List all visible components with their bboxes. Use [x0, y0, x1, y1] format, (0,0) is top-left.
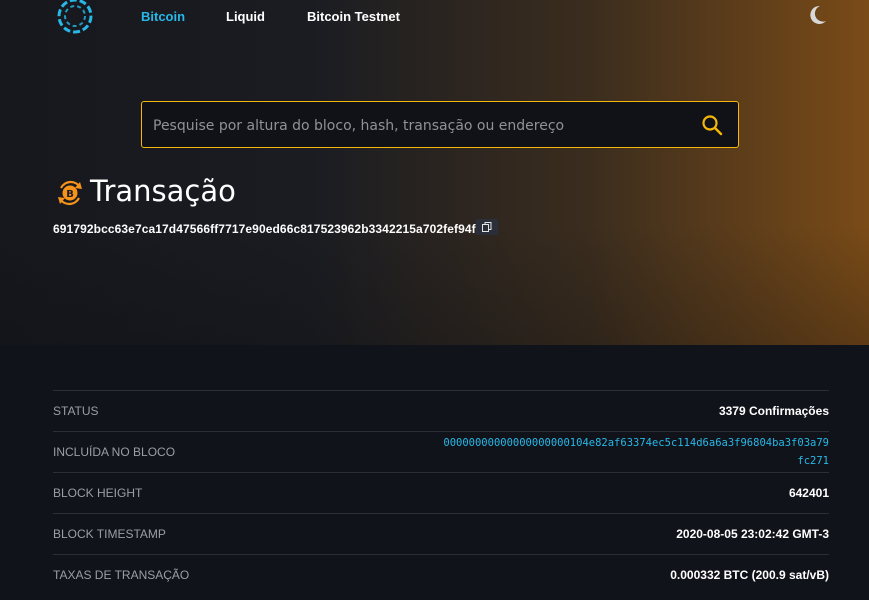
detail-row-fees: Taxas de transação 0.000332 BTC (200.9 s…: [53, 554, 829, 595]
blockstream-logo-icon[interactable]: [55, 0, 95, 36]
detail-row-block-timestamp: Block timestamp 2020-08-05 23:02:42 GMT-…: [53, 513, 829, 554]
detail-value: 2020-08-05 23:02:42 GMT-3: [676, 527, 829, 541]
detail-row-status: Status 3379 Confirmações: [53, 390, 829, 431]
detail-row-block: Incluída no bloco 0000000000000000000010…: [53, 431, 829, 472]
bitcoin-transaction-icon: B: [58, 180, 82, 206]
detail-label: Taxas de transação: [53, 568, 190, 582]
nav-liquid[interactable]: Liquid: [226, 9, 265, 24]
detail-value: 3379 Confirmações: [718, 404, 829, 418]
detail-label: Status: [53, 404, 99, 418]
detail-value: 0.000332 BTC (200.9 sat/vB): [670, 568, 829, 582]
search-bar: [141, 101, 739, 149]
hero-header: Bitcoin Liquid Bitcoin Testnet B Transaç…: [0, 0, 869, 345]
detail-label: Incluída no bloco: [53, 445, 176, 459]
svg-text:B: B: [66, 189, 74, 200]
detail-label: Block timestamp: [53, 527, 166, 541]
block-hash-link[interactable]: 00000000000000000000104e82af63374ec5c114…: [439, 434, 829, 470]
nav-bitcoin[interactable]: Bitcoin: [141, 9, 185, 24]
detail-value: 642401: [788, 486, 829, 500]
moon-icon[interactable]: [806, 4, 828, 26]
detail-row-block-height: Block height 642401: [53, 472, 829, 513]
search-icon[interactable]: [700, 113, 724, 137]
transaction-details: Status 3379 Confirmações Incluída no blo…: [53, 390, 829, 595]
copy-icon: [482, 222, 492, 232]
copy-button[interactable]: [476, 219, 498, 235]
search-input[interactable]: [151, 102, 695, 149]
page-title: Transação: [90, 174, 236, 208]
nav-bitcoin-testnet[interactable]: Bitcoin Testnet: [307, 9, 400, 24]
transaction-id: 691792bcc63e7ca17d47566ff7717e90ed66c817…: [53, 222, 476, 236]
detail-label: Block height: [53, 486, 143, 500]
